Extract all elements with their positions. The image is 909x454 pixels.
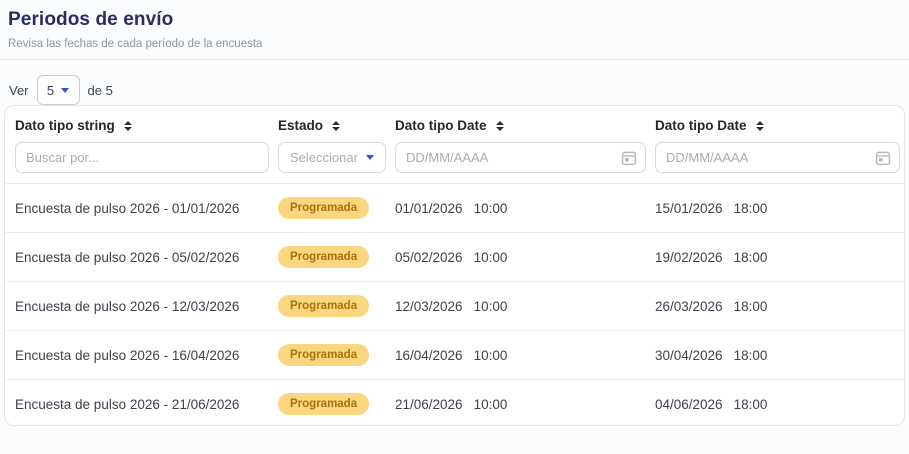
calendar-icon[interactable] <box>621 150 637 166</box>
status-badge: Programada <box>278 393 369 415</box>
end-datetime: 15/01/2026 18:00 <box>655 201 900 216</box>
start-datetime: 16/04/2026 10:00 <box>395 348 655 363</box>
table-row: Encuesta de pulso 2026 - 16/04/2026 Prog… <box>5 330 904 379</box>
period-name: Encuesta de pulso 2026 - 21/06/2026 <box>15 397 278 412</box>
column-header-date-start: Dato tipo Date <box>395 118 655 133</box>
search-input[interactable] <box>15 142 269 173</box>
table-row: Encuesta de pulso 2026 - 21/06/2026 Prog… <box>5 379 904 426</box>
period-name: Encuesta de pulso 2026 - 12/03/2026 <box>15 299 278 314</box>
chevron-down-icon <box>61 88 69 93</box>
end-datetime: 04/06/2026 18:00 <box>655 397 900 412</box>
column-label: Dato tipo string <box>15 118 115 133</box>
calendar-icon[interactable] <box>875 150 891 166</box>
column-label: Estado <box>278 118 323 133</box>
end-datetime: 30/04/2026 18:00 <box>655 348 900 363</box>
start-datetime: 05/02/2026 10:00 <box>395 250 655 265</box>
sort-up-down-icon[interactable] <box>496 121 504 131</box>
start-date-filter <box>395 142 646 173</box>
table-filter-row: Seleccionar <box>5 142 904 183</box>
end-date-input[interactable] <box>656 143 875 172</box>
column-header-string: Dato tipo string <box>15 118 278 133</box>
start-datetime: 21/06/2026 10:00 <box>395 397 655 412</box>
sort-up-down-icon[interactable] <box>756 121 764 131</box>
table-row: Encuesta de pulso 2026 - 05/02/2026 Prog… <box>5 232 904 281</box>
table-body: Encuesta de pulso 2026 - 01/01/2026 Prog… <box>5 183 904 426</box>
status-badge: Programada <box>278 197 369 219</box>
status-badge: Programada <box>278 246 369 268</box>
total-count-label: de 5 <box>88 83 113 98</box>
table-header-row: Dato tipo string Estado Dato tipo Date D… <box>5 106 904 133</box>
period-name: Encuesta de pulso 2026 - 16/04/2026 <box>15 348 278 363</box>
status-badge: Programada <box>278 295 369 317</box>
column-header-estado: Estado <box>278 118 395 133</box>
select-placeholder: Seleccionar <box>290 150 358 165</box>
end-date-filter <box>655 142 900 173</box>
start-datetime: 01/01/2026 10:00 <box>395 201 655 216</box>
page-subtitle: Revisa las fechas de cada período de la … <box>8 38 901 50</box>
end-datetime: 26/03/2026 18:00 <box>655 299 900 314</box>
period-name: Encuesta de pulso 2026 - 01/01/2026 <box>15 201 278 216</box>
header-divider <box>0 59 909 60</box>
periods-page: Periodos de envío Revisa las fechas de c… <box>0 0 909 454</box>
table-row: Encuesta de pulso 2026 - 12/03/2026 Prog… <box>5 281 904 330</box>
page-size-value: 5 <box>47 83 54 98</box>
pagination-toolbar: Ver 5 de 5 <box>9 75 909 105</box>
start-date-input[interactable] <box>396 143 621 172</box>
end-datetime: 19/02/2026 18:00 <box>655 250 900 265</box>
page-size-select[interactable]: 5 <box>37 75 80 105</box>
sort-up-down-icon[interactable] <box>124 121 132 131</box>
chevron-down-icon <box>366 155 374 160</box>
column-label: Dato tipo Date <box>655 118 747 133</box>
sort-up-down-icon[interactable] <box>332 121 340 131</box>
start-datetime: 12/03/2026 10:00 <box>395 299 655 314</box>
estado-filter-select[interactable]: Seleccionar <box>278 142 386 173</box>
column-label: Dato tipo Date <box>395 118 487 133</box>
page-header: Periodos de envío Revisa las fechas de c… <box>0 0 909 50</box>
period-name: Encuesta de pulso 2026 - 05/02/2026 <box>15 250 278 265</box>
column-header-date-end: Dato tipo Date <box>655 118 900 133</box>
status-badge: Programada <box>278 344 369 366</box>
table-row: Encuesta de pulso 2026 - 01/01/2026 Prog… <box>5 183 904 232</box>
ver-label: Ver <box>9 83 29 98</box>
page-title: Periodos de envío <box>8 9 901 31</box>
periods-table: Dato tipo string Estado Dato tipo Date D… <box>4 105 905 426</box>
